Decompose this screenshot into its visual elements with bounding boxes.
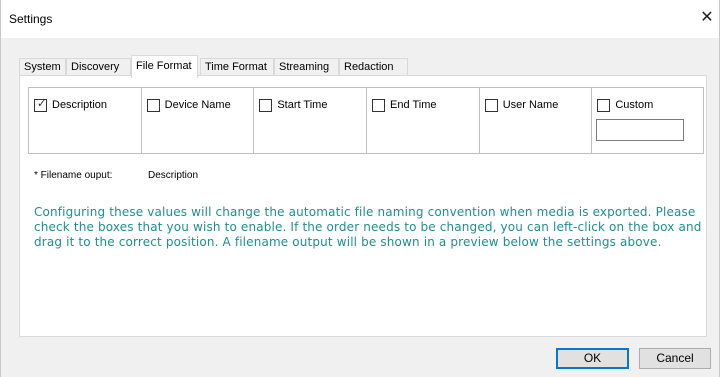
device-name-label: Device Name [164,99,231,111]
file-format-panel: ✓ Description Device Name Start Time End… [19,75,707,337]
start-time-checkbox[interactable] [259,99,273,112]
custom-label: Custom [615,99,654,111]
info-text: Configuring these values will change the… [34,205,702,249]
settings-dialog: Settings ✕ System Discovery File Format … [0,0,720,377]
field-cell-custom[interactable]: Custom [591,87,705,154]
cancel-button[interactable]: Cancel [639,348,711,369]
title-bar: Settings ✕ [1,0,719,38]
description-checkbox[interactable]: ✓ [34,97,47,112]
field-cell-device-name[interactable]: Device Name [140,87,254,154]
filename-fields-row: ✓ Description Device Name Start Time End… [28,87,705,154]
field-cell-end-time[interactable]: End Time [366,87,479,154]
device-name-checkbox[interactable] [146,99,160,112]
start-time-label: Start Time [277,99,328,111]
filename-output-label: * Filename ouput: [34,170,113,181]
end-time-label: End Time [390,99,437,111]
window-title: Settings [9,12,53,26]
tab-file-format[interactable]: File Format [131,55,198,78]
description-label: Description [52,99,108,111]
field-cell-description[interactable]: ✓ Description [28,87,141,154]
filename-output-value: Description [148,170,199,181]
checkmark-icon: ✓ [37,97,47,110]
custom-text-input[interactable] [596,119,685,141]
custom-checkbox[interactable] [597,99,611,112]
user-name-checkbox[interactable] [484,99,498,112]
ok-button[interactable]: OK [556,348,629,369]
field-cell-user-name[interactable]: User Name [478,87,592,154]
close-icon[interactable]: ✕ [695,4,719,30]
end-time-checkbox[interactable] [372,99,386,112]
field-cell-start-time[interactable]: Start Time [253,87,367,154]
user-name-label: User Name [502,99,559,111]
